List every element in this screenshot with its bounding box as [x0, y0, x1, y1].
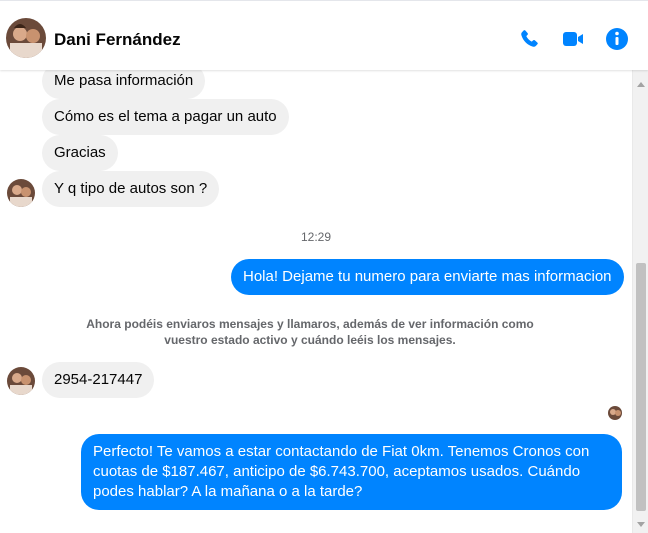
message-bubble-outgoing[interactable]: Hola! Dejame tu numero para enviarte mas… — [231, 259, 624, 295]
contact-avatar-small[interactable] — [7, 367, 35, 395]
message-bubble-incoming[interactable]: Y q tipo de autos son ? — [42, 171, 220, 207]
contact-avatar-small[interactable] — [7, 179, 35, 207]
scroll-up-arrow-icon[interactable] — [637, 82, 645, 87]
seen-indicator-avatar — [608, 406, 622, 420]
message-bubble-incoming[interactable]: Gracias — [42, 135, 118, 171]
video-camera-icon[interactable] — [561, 27, 585, 51]
message-bubble-incoming[interactable]: 2954-217447 — [42, 362, 155, 398]
message-bubble-outgoing[interactable]: Perfecto! Te vamos a estar contactando d… — [81, 434, 622, 510]
conversation-header: Dani Fernández — [0, 0, 648, 70]
message-timestamp: 12:29 — [300, 230, 332, 244]
system-notice: Ahora podéis enviaros mensajes y llamaro… — [86, 317, 534, 347]
phone-icon[interactable] — [517, 27, 541, 51]
chat-scrollbar[interactable] — [632, 70, 648, 533]
contact-avatar[interactable] — [6, 18, 46, 58]
message-thread[interactable]: Me pasa información Cómo es el tema a pa… — [0, 70, 632, 533]
message-bubble-incoming[interactable]: Cómo es el tema a pagar un auto — [42, 99, 289, 135]
message-bubble-incoming[interactable]: Me pasa información — [42, 70, 206, 99]
scrollbar-thumb[interactable] — [636, 263, 646, 511]
info-icon[interactable] — [605, 27, 629, 51]
contact-name[interactable]: Dani Fernández — [54, 30, 181, 50]
scroll-down-arrow-icon[interactable] — [637, 522, 645, 527]
